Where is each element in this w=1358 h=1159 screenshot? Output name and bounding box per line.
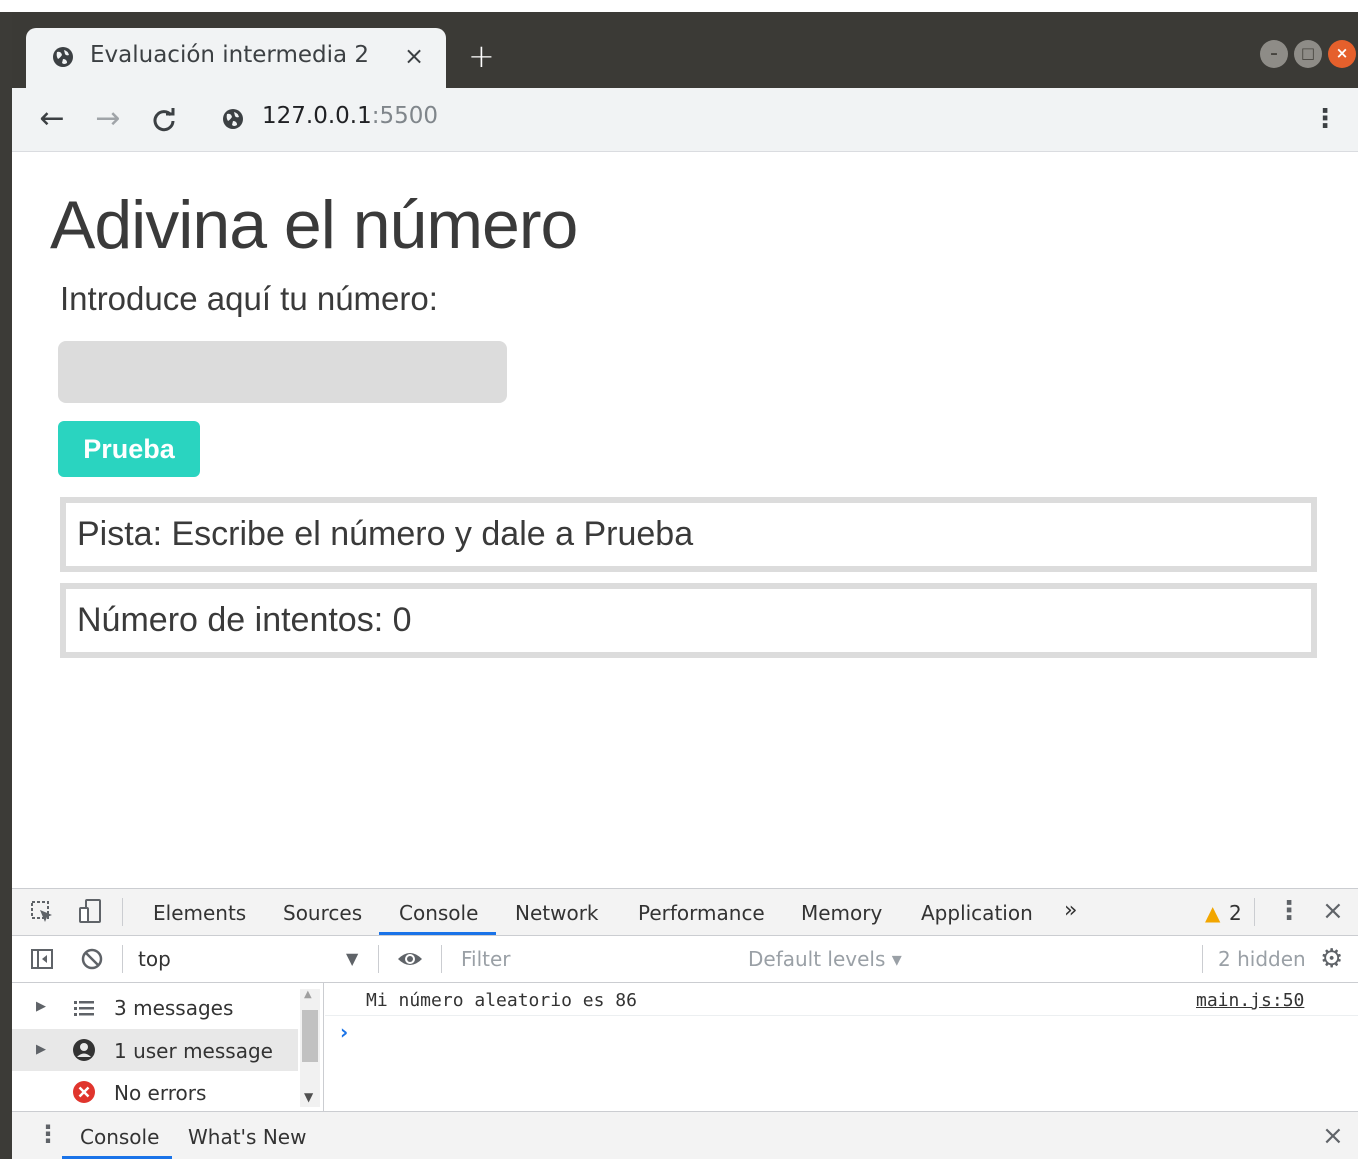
sidebar-item-label: 3 messages bbox=[114, 996, 234, 1020]
minimize-icon: – bbox=[1270, 44, 1278, 62]
separator bbox=[441, 945, 442, 973]
log-levels-selector[interactable]: Default levels ▾ bbox=[748, 947, 902, 971]
tab-console[interactable]: Console bbox=[399, 901, 478, 925]
inspect-element-icon[interactable] bbox=[30, 900, 54, 924]
separator bbox=[378, 945, 379, 973]
tab-network[interactable]: Network bbox=[515, 901, 599, 925]
separator bbox=[122, 945, 123, 973]
attempts-text: Número de intentos: 0 bbox=[77, 601, 412, 639]
error-icon bbox=[73, 1081, 95, 1103]
device-toolbar-icon[interactable] bbox=[78, 898, 102, 924]
tab-application[interactable]: Application bbox=[921, 901, 1033, 925]
tab-sources[interactable]: Sources bbox=[283, 901, 362, 925]
window-close-button[interactable]: × bbox=[1328, 40, 1356, 68]
context-selector[interactable]: top bbox=[138, 947, 171, 971]
window-edge bbox=[0, 12, 12, 1159]
list-icon bbox=[74, 1001, 94, 1016]
devtools-menu-icon[interactable]: ⋮ bbox=[1276, 896, 1302, 926]
divider bbox=[325, 1015, 1358, 1016]
browser-menu-icon[interactable]: ⋮ bbox=[1312, 104, 1338, 136]
sidebar-item-messages[interactable]: ▶ 3 messages bbox=[12, 987, 298, 1029]
new-tab-icon[interactable]: + bbox=[468, 38, 495, 74]
expand-arrow-icon[interactable]: ▶ bbox=[36, 1042, 46, 1057]
globe-icon bbox=[53, 47, 73, 67]
warning-icon[interactable]: ▲ bbox=[1205, 901, 1220, 925]
maximize-icon: □ bbox=[1300, 44, 1316, 62]
input-label: Introduce aquí tu número: bbox=[60, 280, 438, 317]
window-minimize-button[interactable]: – bbox=[1260, 40, 1288, 68]
expand-arrow-icon[interactable]: ▶ bbox=[36, 999, 46, 1014]
user-icon bbox=[73, 1039, 95, 1061]
warning-count[interactable]: 2 bbox=[1229, 901, 1242, 925]
active-tab-indicator bbox=[379, 932, 496, 935]
try-button[interactable]: Prueba bbox=[58, 421, 200, 477]
sidebar-item-label: 1 user message bbox=[114, 1039, 273, 1063]
separator bbox=[1254, 898, 1255, 926]
url-text[interactable]: 127.0.0.1:5500 bbox=[262, 103, 438, 129]
hint-box: Pista: Escribe el número y dale a Prueba bbox=[60, 497, 1317, 572]
devtools-close-icon[interactable]: × bbox=[1322, 896, 1344, 926]
page-title: Adivina el número bbox=[50, 187, 578, 263]
drawer-close-icon[interactable]: × bbox=[1322, 1121, 1344, 1151]
scroll-up-icon[interactable]: ▲ bbox=[304, 989, 312, 1000]
separator bbox=[122, 898, 123, 926]
sidebar-item-label: No errors bbox=[114, 1081, 207, 1105]
log-source-link[interactable]: main.js:50 bbox=[1196, 990, 1304, 1011]
filter-input[interactable] bbox=[455, 943, 733, 975]
hint-text: Pista: Escribe el número y dale a Prueba bbox=[77, 515, 694, 553]
close-icon: × bbox=[1335, 44, 1349, 62]
sidebar-item-user-messages[interactable]: ▶ 1 user message bbox=[12, 1029, 298, 1071]
log-message: Mi número aleatorio es 86 bbox=[366, 990, 637, 1011]
console-prompt-icon[interactable]: › bbox=[340, 1020, 348, 1044]
drawer-tab-console[interactable]: Console bbox=[80, 1125, 159, 1149]
number-input[interactable] bbox=[58, 341, 507, 403]
browser-window: Evaluación intermedia 2 × + – □ × ← → 12… bbox=[0, 0, 1358, 1159]
clear-console-icon[interactable] bbox=[80, 947, 104, 971]
tab-memory[interactable]: Memory bbox=[801, 901, 882, 925]
drawer-tab-whats-new[interactable]: What's New bbox=[188, 1125, 306, 1149]
tab-title: Evaluación intermedia 2 bbox=[90, 42, 370, 68]
attempts-box: Número de intentos: 0 bbox=[60, 583, 1317, 658]
url-port: :5500 bbox=[371, 103, 439, 129]
gear-icon[interactable]: ⚙ bbox=[1320, 944, 1343, 974]
window-maximize-button[interactable]: □ bbox=[1294, 40, 1322, 68]
drawer-menu-icon[interactable]: ⋮ bbox=[36, 1120, 60, 1148]
tab-performance[interactable]: Performance bbox=[638, 901, 765, 925]
back-icon[interactable]: ← bbox=[32, 100, 72, 140]
url-host: 127.0.0.1 bbox=[262, 103, 372, 129]
sidebar-toggle-icon[interactable] bbox=[30, 947, 54, 971]
globe-icon bbox=[223, 109, 243, 129]
forward-icon[interactable]: → bbox=[88, 100, 128, 140]
chevron-down-icon[interactable]: ▼ bbox=[346, 949, 358, 968]
reload-icon[interactable] bbox=[144, 100, 184, 140]
scrollbar-thumb[interactable] bbox=[302, 1010, 318, 1062]
more-tabs-icon[interactable]: » bbox=[1064, 898, 1077, 923]
sidebar-item-errors[interactable]: No errors bbox=[12, 1071, 298, 1113]
eye-icon[interactable] bbox=[396, 948, 424, 970]
scroll-down-icon[interactable]: ▼ bbox=[304, 1090, 313, 1104]
tab-close-icon[interactable]: × bbox=[404, 42, 424, 70]
hidden-count: 2 hidden bbox=[1218, 947, 1306, 971]
tab-elements[interactable]: Elements bbox=[153, 901, 246, 925]
separator bbox=[1202, 945, 1203, 973]
